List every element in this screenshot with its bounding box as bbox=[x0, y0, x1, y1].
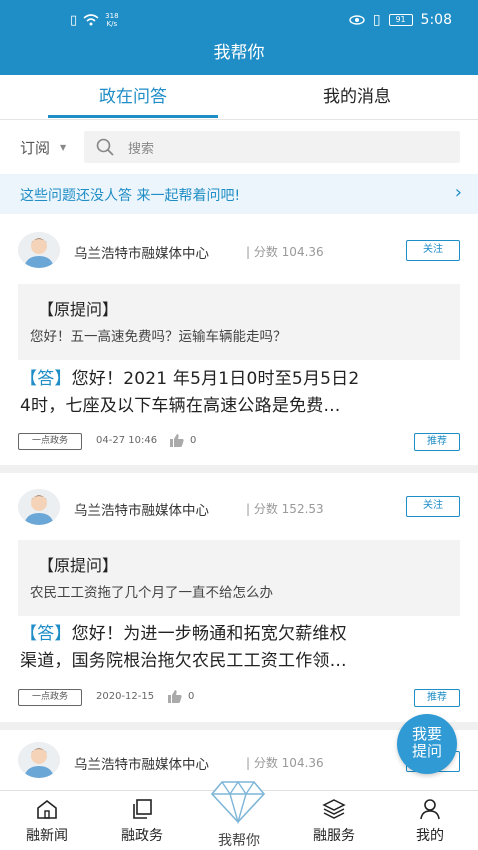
org-name[interactable]: 乌兰浩特市融媒体中心 bbox=[74, 242, 209, 262]
fab-line-1: 我要 bbox=[411, 725, 442, 743]
avatar bbox=[18, 742, 60, 778]
search-placeholder: 搜索 bbox=[128, 142, 155, 157]
answer-line-1: 您好！为进一步畅通和拓宽欠薪维权 bbox=[71, 624, 347, 644]
question-title: 【原提问】 bbox=[38, 556, 119, 575]
nav-label: 融政务 bbox=[121, 828, 163, 844]
qa-card[interactable]: 乌兰浩特市融媒体中心 | 分数 104.36 关注 【原提问】 您好！五一高速免… bbox=[0, 220, 478, 462]
nav-label: 融新闻 bbox=[26, 828, 68, 844]
diamond-icon[interactable] bbox=[210, 778, 266, 824]
source-badge: 一点政务 bbox=[18, 689, 82, 706]
filter-search-row: 订阅 ▼ 搜索 bbox=[0, 122, 478, 172]
nav-label: 我帮你 bbox=[218, 833, 260, 849]
date-text: 2020-12-15 bbox=[96, 691, 155, 702]
avatar bbox=[18, 489, 60, 525]
sim-icon: ▯ bbox=[70, 12, 78, 28]
layers-icon bbox=[322, 799, 346, 819]
avatar bbox=[18, 232, 60, 268]
nav-label: 融服务 bbox=[313, 828, 355, 844]
answer-line-2: 渠道，国务院根治拖欠农民工工资工作领… bbox=[20, 651, 347, 671]
question-title: 【原提问】 bbox=[38, 300, 119, 319]
page-title: 我帮你 bbox=[213, 43, 265, 63]
app-header: ▯ 318 K/s ▯ 91 5:08 我帮你 bbox=[0, 0, 478, 75]
score-text: | 分数 104.36 bbox=[246, 245, 324, 259]
recommend-badge: 推荐 bbox=[414, 689, 460, 707]
answer-text[interactable]: 【答】您好！2021 年5月1日0时至5月5日2 4时，七座及以下车辆在高速公路… bbox=[20, 366, 460, 420]
subscribe-label: 订阅 bbox=[20, 139, 51, 157]
answer-tag: 【答】 bbox=[20, 624, 72, 644]
tab-messages[interactable]: 我的消息 bbox=[272, 75, 442, 120]
battery-icon: 91 bbox=[388, 14, 413, 26]
subscribe-dropdown[interactable]: 订阅 ▼ bbox=[20, 137, 66, 158]
clock: 5:08 bbox=[420, 12, 452, 28]
wifi-icon bbox=[83, 14, 99, 26]
org-name[interactable]: 乌兰浩特市融媒体中心 bbox=[74, 499, 209, 519]
answer-line-1: 您好！2021 年5月1日0时至5月5日2 bbox=[71, 369, 360, 389]
thumbs-up-icon[interactable] bbox=[170, 434, 184, 447]
user-icon bbox=[420, 799, 440, 820]
search-icon bbox=[96, 138, 114, 156]
unanswered-banner[interactable]: 这些问题还没人答 来一起帮着问吧! › bbox=[0, 174, 478, 214]
search-input[interactable]: 搜索 bbox=[84, 131, 460, 163]
status-bar: ▯ 318 K/s ▯ 91 5:08 bbox=[0, 10, 478, 32]
date-text: 04-27 10:46 bbox=[96, 435, 158, 446]
answer-line-2: 4时，七座及以下车辆在高速公路是免费… bbox=[20, 396, 341, 416]
like-count: 0 bbox=[190, 435, 197, 446]
org-name[interactable]: 乌兰浩特市融媒体中心 bbox=[74, 753, 209, 773]
home-icon bbox=[37, 799, 57, 819]
copy-icon bbox=[133, 799, 152, 819]
follow-button[interactable]: 关注 bbox=[406, 496, 460, 517]
question-text: 您好！五一高速免费吗？运输车辆能走吗？ bbox=[30, 329, 287, 345]
status-right: ▯ 91 5:08 bbox=[349, 12, 452, 28]
follow-button[interactable]: 关注 bbox=[406, 240, 460, 261]
nav-government[interactable]: 融政务 bbox=[102, 791, 182, 850]
nav-me[interactable]: 我的 bbox=[390, 791, 470, 850]
tab-bar: 政在问答 我的消息 bbox=[0, 75, 478, 120]
speed-value: 318 bbox=[105, 12, 119, 20]
score-text: | 分数 152.53 bbox=[246, 502, 324, 516]
qa-card[interactable]: 乌兰浩特市融媒体中心 | 分数 152.53 关注 【原提问】 农民工工资拖了几… bbox=[0, 475, 478, 721]
source-badge: 一点政务 bbox=[18, 433, 82, 450]
speed-unit: K/s bbox=[106, 20, 118, 28]
eye-icon bbox=[349, 15, 365, 25]
question-text: 农民工工资拖了几个月了一直不给怎么办 bbox=[30, 585, 273, 601]
network-speed: 318 K/s bbox=[105, 12, 118, 28]
answer-tag: 【答】 bbox=[20, 369, 72, 389]
vibrate-icon: ▯ bbox=[372, 12, 381, 28]
original-question-box[interactable]: 【原提问】 农民工工资拖了几个月了一直不给怎么办 bbox=[18, 540, 460, 616]
recommend-badge: 推荐 bbox=[414, 433, 460, 451]
caret-down-icon: ▼ bbox=[60, 143, 67, 152]
like-count: 0 bbox=[188, 691, 195, 702]
fab-line-2: 提问 bbox=[411, 742, 442, 760]
thumbs-up-icon[interactable] bbox=[168, 690, 182, 703]
tab-qa[interactable]: 政在问答 bbox=[48, 75, 218, 120]
nav-news[interactable]: 融新闻 bbox=[7, 791, 87, 850]
card-meta: 一点政务 2020-12-15 0 推荐 bbox=[18, 689, 460, 707]
answer-text[interactable]: 【答】您好！为进一步畅通和拓宽欠薪维权 渠道，国务院根治拖欠农民工工资工作领… bbox=[20, 621, 460, 675]
nav-services[interactable]: 融服务 bbox=[294, 791, 374, 850]
app-screen: ▯ 318 K/s ▯ 91 5:08 我帮你 政在问答 我的消息 订阅 ▼ 搜… bbox=[0, 0, 478, 850]
status-left: ▯ 318 K/s bbox=[70, 12, 119, 28]
banner-text: 这些问题还没人答 来一起帮着问吧! bbox=[20, 188, 241, 204]
card-meta: 一点政务 04-27 10:46 0 推荐 bbox=[18, 433, 460, 451]
ask-question-button[interactable]: 我要 提问 bbox=[397, 714, 457, 774]
nav-label: 我的 bbox=[416, 828, 444, 844]
chevron-right-icon: › bbox=[454, 182, 462, 203]
score-text: | 分数 104.36 bbox=[246, 756, 324, 770]
card-divider bbox=[0, 465, 478, 473]
original-question-box[interactable]: 【原提问】 您好！五一高速免费吗？运输车辆能走吗？ bbox=[18, 284, 460, 360]
